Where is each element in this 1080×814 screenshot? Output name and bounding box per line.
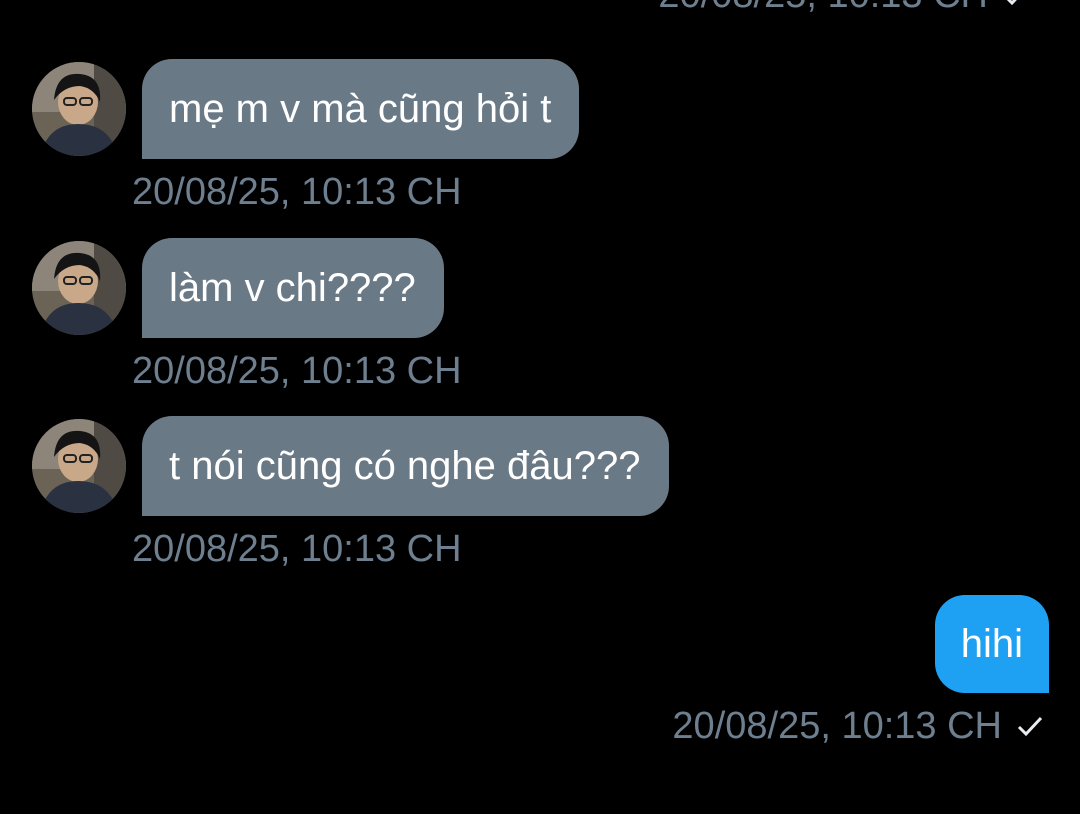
outgoing-message-timestamp: 20/08/25, 10:13 CH (672, 707, 1044, 745)
timestamp-text: 20/08/25, 10:13 CH (658, 0, 988, 14)
message-bubble[interactable]: làm v chi???? (142, 238, 444, 338)
message-bubble[interactable]: mẹ m v mà cũng hỏi t (142, 59, 580, 159)
message-timestamp: 20/08/25, 10:13 CH (132, 350, 462, 392)
outgoing-message: hihi (934, 595, 1049, 693)
timestamp-text: 20/08/25, 10:13 CH (672, 705, 1002, 747)
incoming-message: mẹ m v mà cũng hỏi t (32, 59, 580, 159)
avatar[interactable] (32, 62, 126, 156)
avatar[interactable] (32, 419, 126, 513)
chat-thread[interactable]: 20/08/25, 10:13 CH mẹ m v mà cũng hỏi t … (0, 0, 1080, 814)
check-icon (1002, 0, 1030, 9)
message-timestamp: 20/08/25, 10:13 CH (132, 171, 462, 213)
avatar[interactable] (32, 241, 126, 335)
incoming-message: t nói cũng có nghe đâu??? (32, 416, 669, 516)
message-bubble[interactable]: t nói cũng có nghe đâu??? (142, 416, 669, 516)
message-bubble[interactable]: hihi (934, 595, 1049, 693)
top-message-timestamp: 20/08/25, 10:13 CH (658, 0, 1030, 14)
incoming-message: làm v chi???? (32, 238, 444, 338)
sent-check-icon (1016, 712, 1044, 740)
message-timestamp: 20/08/25, 10:13 CH (132, 528, 462, 570)
